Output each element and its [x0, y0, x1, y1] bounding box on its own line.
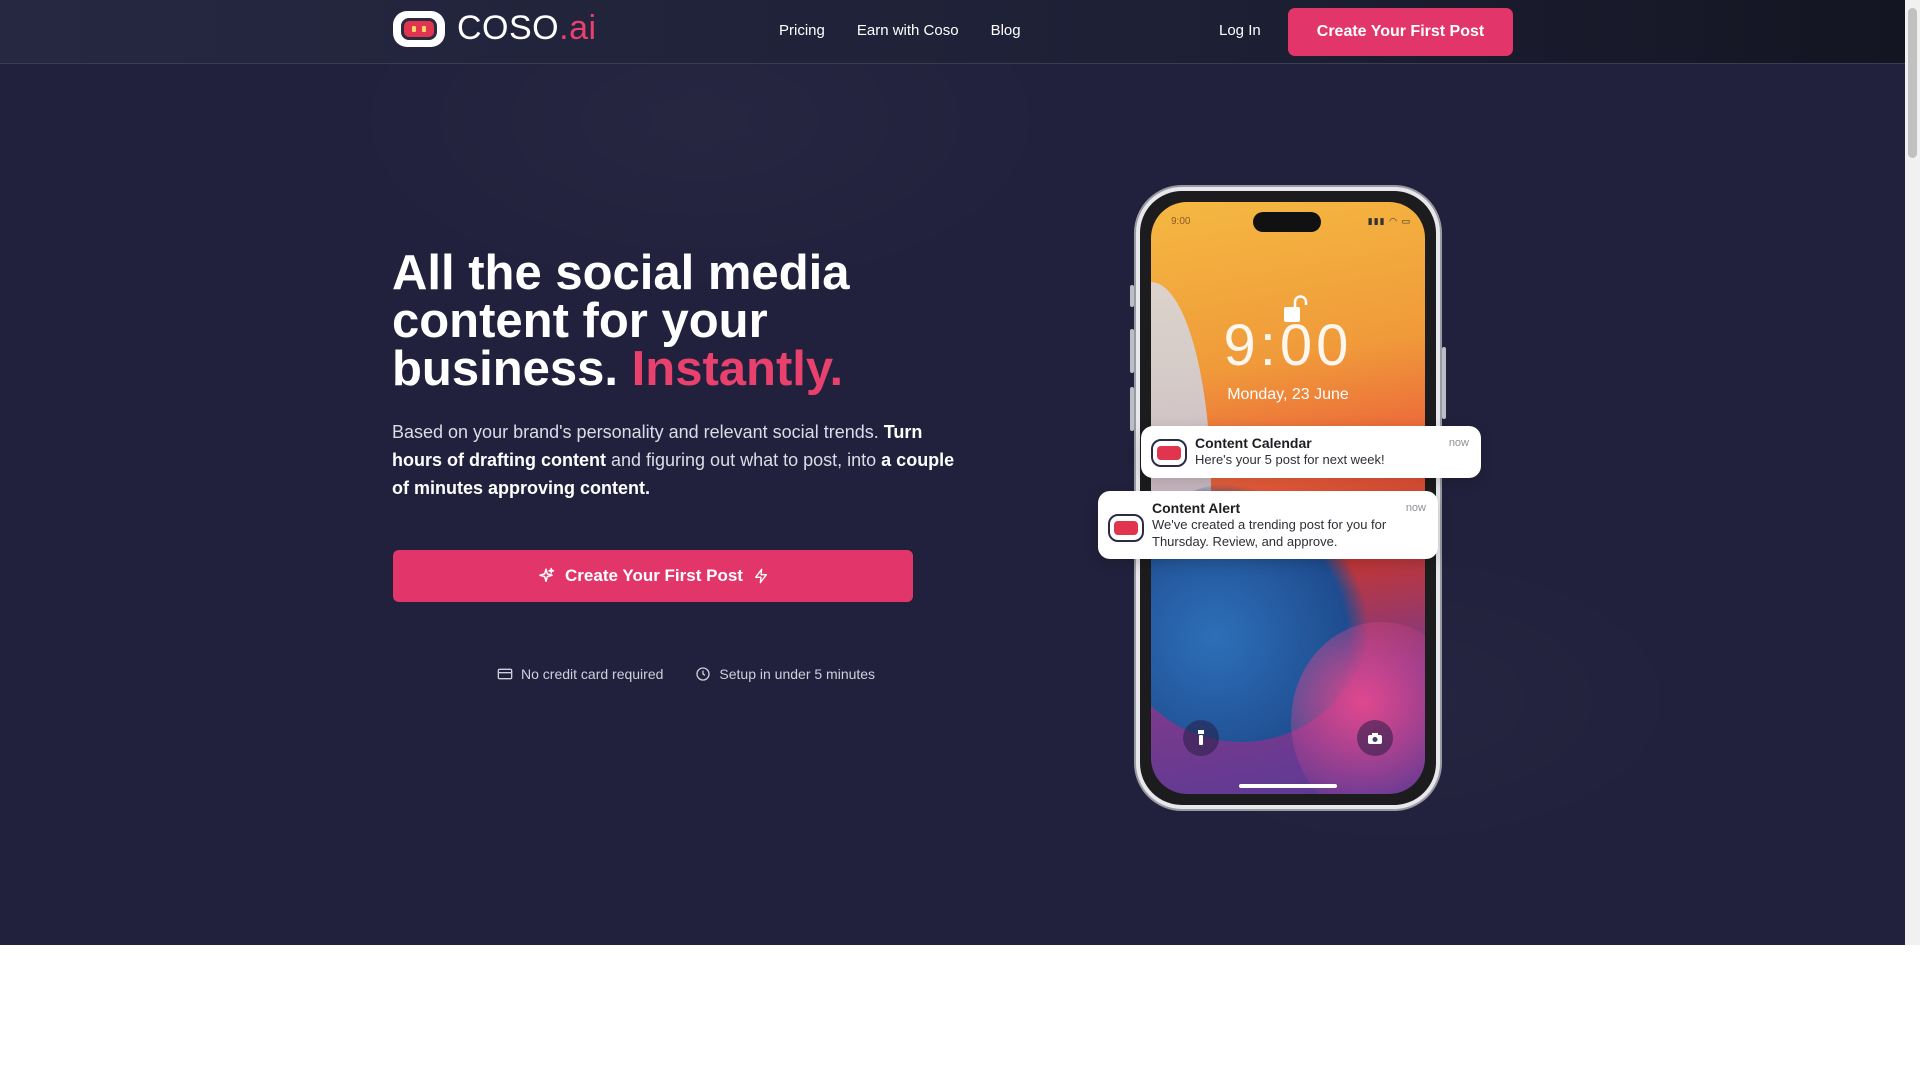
notification-title: Content Calendar	[1195, 435, 1312, 451]
perks-row: No credit card required Setup in under 5…	[497, 666, 875, 682]
nav-link-pricing[interactable]: Pricing	[779, 22, 825, 39]
hero-cta-label: Create Your First Post	[565, 566, 743, 585]
signal-battery-icon: ▮▮▮ ◠ ▭	[1367, 216, 1411, 226]
camera-icon	[1357, 720, 1393, 756]
clock-icon	[696, 667, 711, 681]
flashlight-icon	[1183, 720, 1219, 756]
robot-app-icon	[1151, 439, 1187, 467]
home-indicator	[1239, 784, 1337, 788]
nav-links: Pricing Earn with Coso Blog	[779, 22, 1021, 39]
robot-logo-icon	[393, 10, 445, 47]
robot-app-icon	[1108, 514, 1144, 542]
hero-create-post-button[interactable]: Create Your First Post	[393, 550, 913, 602]
hero-subtext: Based on your brand's personality and re…	[392, 422, 955, 498]
credit-card-icon	[497, 668, 513, 680]
perk-setup-time: Setup in under 5 minutes	[695, 666, 875, 682]
nav-link-earn[interactable]: Earn with Coso	[857, 22, 959, 39]
notification-body: Here's your 5 post for next week!	[1195, 452, 1385, 467]
headline-accent: Instantly.	[631, 342, 844, 396]
hero-headline: All the social media content for your bu…	[392, 246, 850, 396]
nav-link-blog[interactable]: Blog	[991, 22, 1021, 39]
top-navbar: COSO.ai Pricing Earn with Coso Blog Log …	[0, 0, 1905, 64]
notification-time: now	[1448, 437, 1469, 449]
logo[interactable]: COSO.ai	[393, 9, 597, 48]
lock-screen-time: 9:00	[1223, 313, 1353, 378]
hero-section: COSO.ai Pricing Earn with Coso Blog Log …	[0, 0, 1905, 945]
notification-title: Content Alert	[1152, 500, 1241, 516]
page: COSO.ai Pricing Earn with Coso Blog Log …	[0, 0, 1920, 1080]
perk-no-card: No credit card required	[497, 666, 663, 682]
sparkle-icon	[539, 567, 555, 582]
notification-content-alert: Content Alert We've created a trending p…	[1098, 491, 1438, 559]
logo-text: COSO.ai	[457, 9, 597, 47]
dynamic-island	[1253, 212, 1321, 232]
notification-body: We've created a trending post for you fo…	[1152, 517, 1387, 549]
nav-create-post-button[interactable]: Create Your First Post	[1288, 8, 1513, 56]
lock-screen-date: Monday, 23 June	[1227, 386, 1349, 403]
status-time: 9:00	[1171, 216, 1191, 227]
scrollbar[interactable]	[1905, 0, 1920, 945]
next-section	[0, 945, 1920, 1080]
scrollbar-thumb[interactable]	[1908, 8, 1917, 158]
notification-time: now	[1405, 502, 1426, 514]
lightning-icon	[754, 568, 767, 584]
notification-content-calendar: Content Calendar Here's your 5 post for …	[1141, 426, 1481, 478]
login-link[interactable]: Log In	[1219, 22, 1261, 39]
